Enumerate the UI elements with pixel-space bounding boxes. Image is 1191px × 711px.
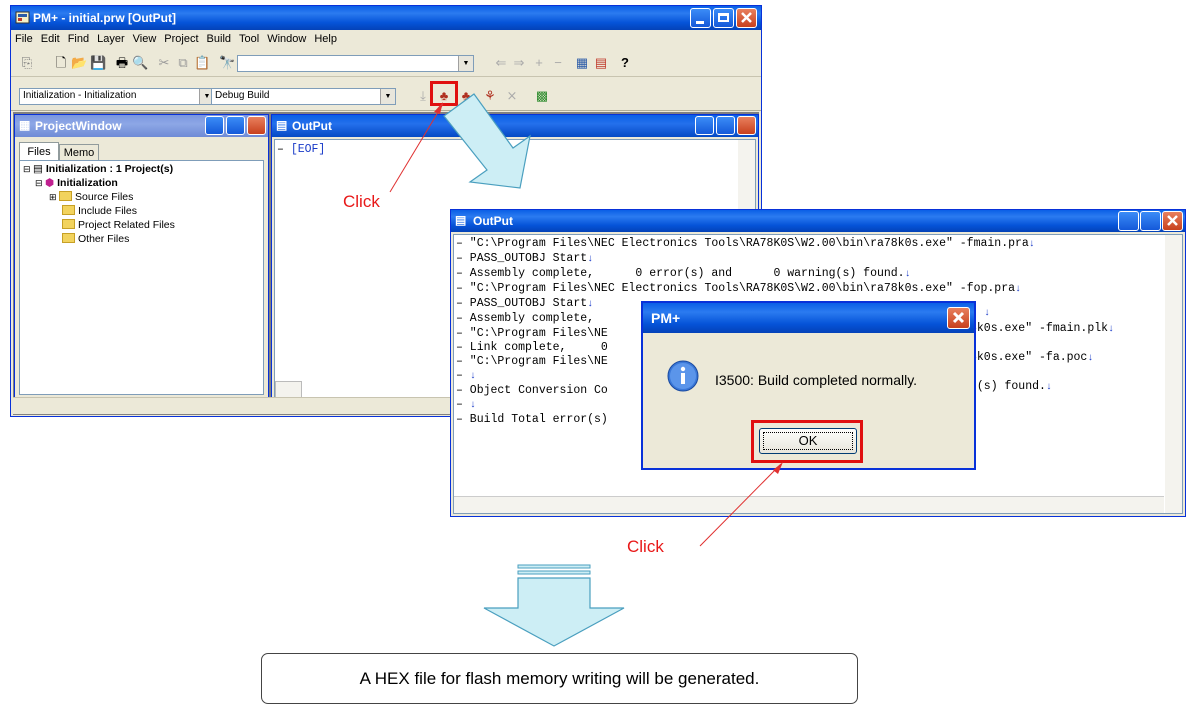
flow-arrow-down	[483, 577, 625, 647]
down-arrow-cap-2	[517, 570, 591, 575]
click-pointer-line-bottom	[699, 463, 782, 547]
click-pointer-head-bottom	[773, 462, 783, 474]
click-label-bottom: Click	[627, 537, 664, 556]
click-pointer-head-top	[434, 102, 443, 114]
annotation-layer	[389, 93, 783, 647]
flow-arrow-diagonal	[443, 93, 531, 189]
down-arrow-cap-1	[517, 564, 591, 569]
click-pointer-line-top	[389, 103, 444, 193]
result-note: A HEX file for flash memory writing will…	[261, 653, 858, 704]
click-label-top: Click	[343, 192, 380, 211]
